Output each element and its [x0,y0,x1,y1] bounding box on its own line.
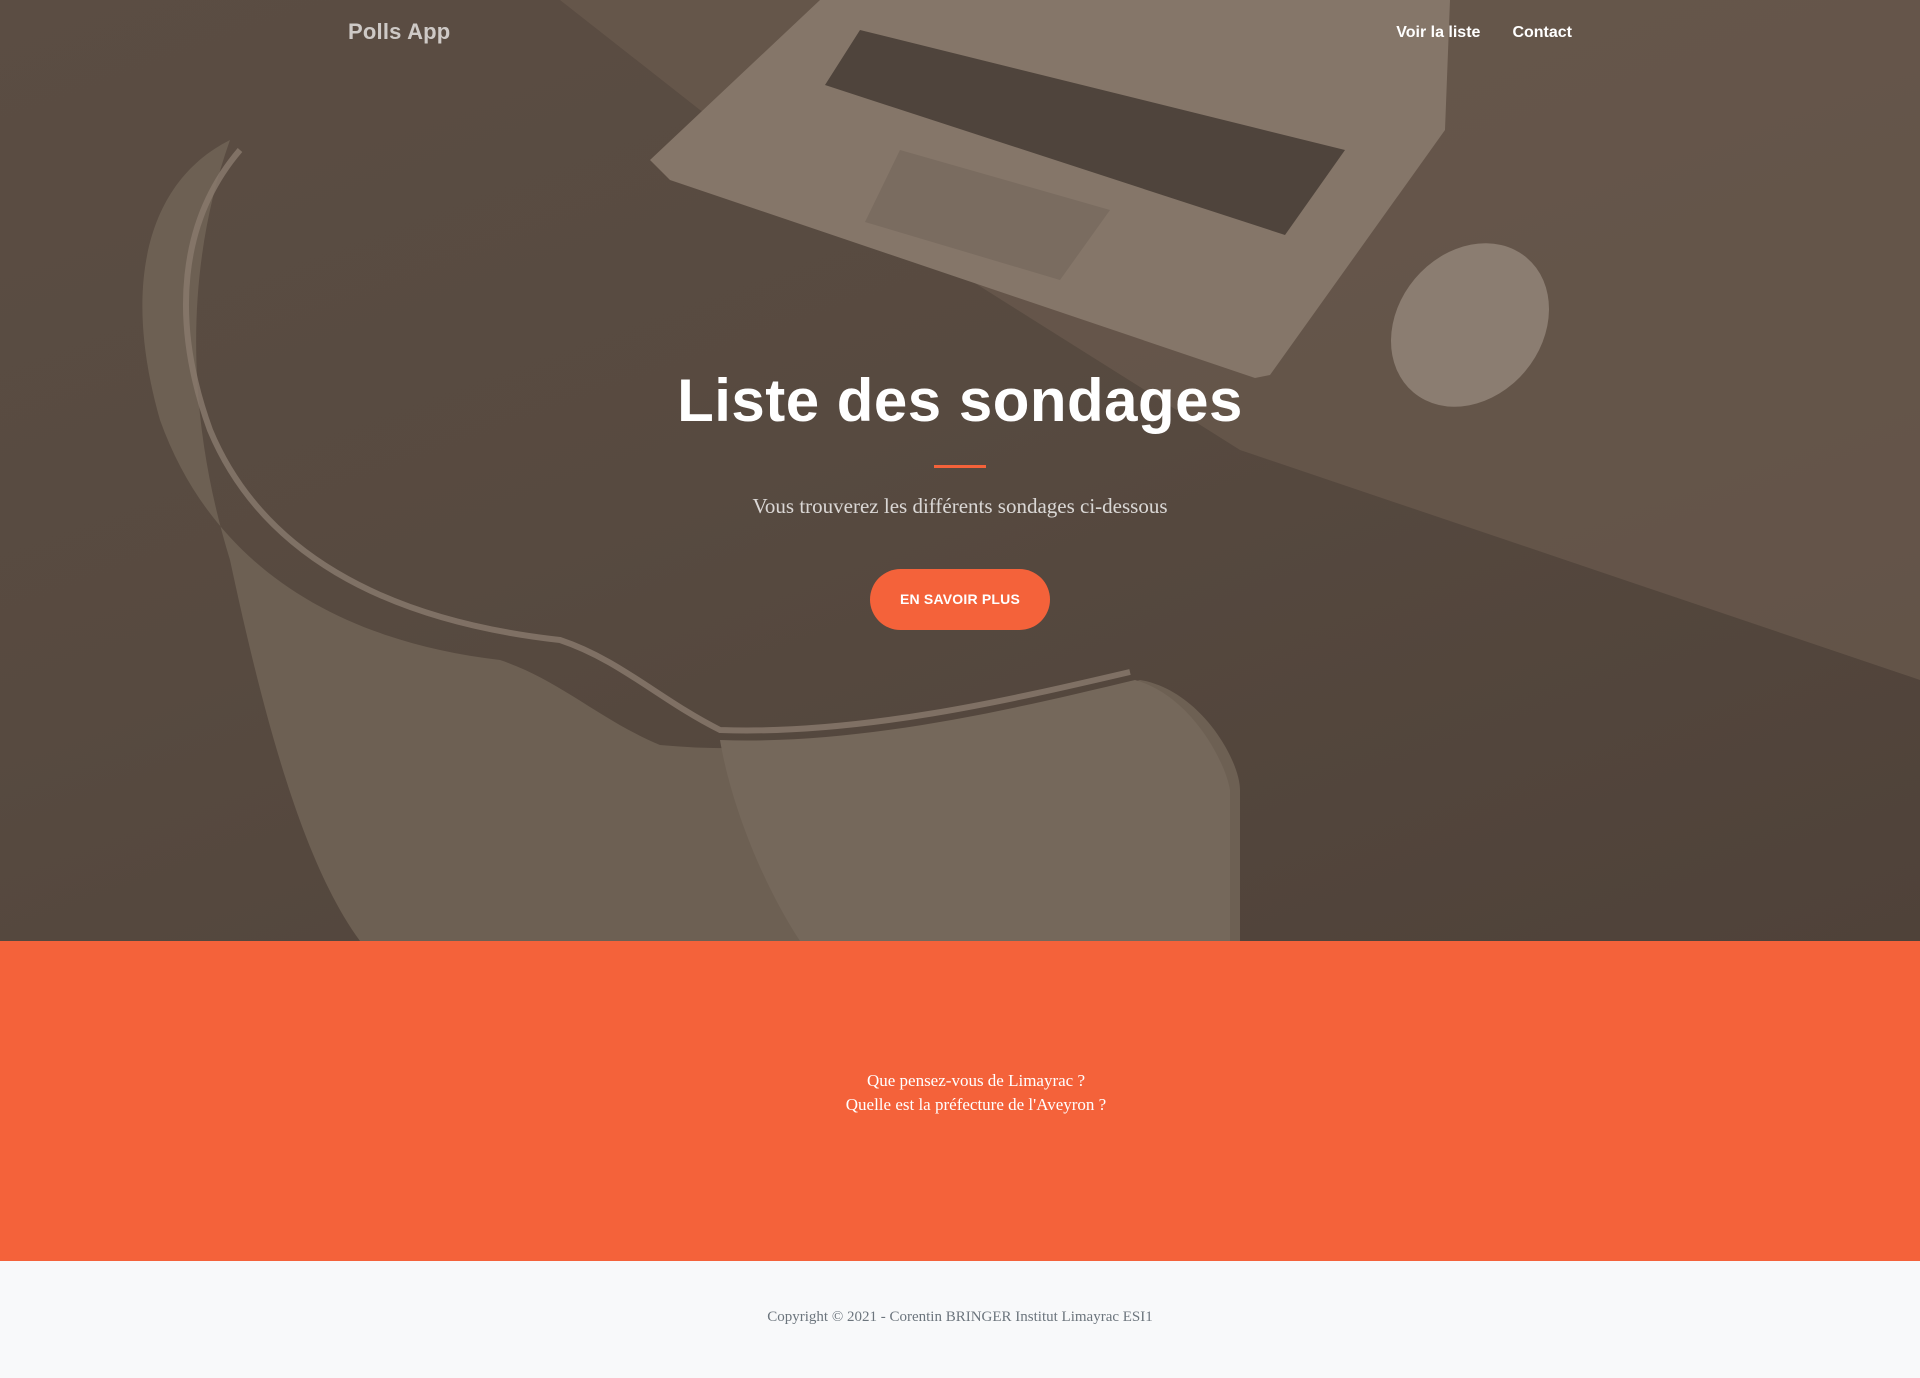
poll-link[interactable]: Quelle est la préfecture de l'Aveyron ? [846,1095,1106,1114]
nav-link-voir-la-liste[interactable]: Voir la liste [1396,24,1480,42]
polls-section: Que pensez-vous de Limayrac ? Quelle est… [0,941,1920,1261]
hero-content: Liste des sondages Vous trouverez les di… [0,365,1920,630]
nav-links: Voir la liste Contact [1396,24,1572,42]
copyright-text: Copyright © 2021 - Corentin BRINGER Inst… [767,1309,1153,1325]
top-navbar: Polls App Voir la liste Contact [0,0,1920,70]
hero-section: Polls App Voir la liste Contact Liste de… [0,0,1920,941]
page-footer: Copyright © 2021 - Corentin BRINGER Inst… [0,1261,1920,1378]
poll-link[interactable]: Que pensez-vous de Limayrac ? [867,1071,1085,1090]
page-title: Liste des sondages [677,367,1243,434]
poll-item: Que pensez-vous de Limayrac ? [0,1069,1920,1093]
title-divider [934,465,986,468]
learn-more-button[interactable]: En savoir plus [870,569,1050,630]
poll-list: Que pensez-vous de Limayrac ? Quelle est… [0,1069,1920,1117]
poll-item: Quelle est la préfecture de l'Aveyron ? [0,1093,1920,1117]
nav-link-contact[interactable]: Contact [1512,24,1572,42]
brand-link[interactable]: Polls App [348,19,450,45]
chair-seat-highlight [720,680,1230,941]
hero-subtitle: Vous trouverez les différents sondages c… [752,494,1168,518]
